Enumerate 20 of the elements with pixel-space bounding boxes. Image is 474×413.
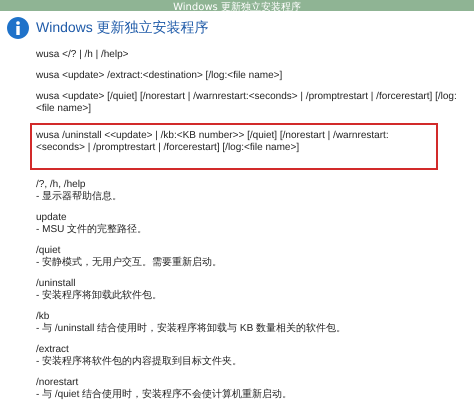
option-name: /norestart bbox=[36, 377, 80, 388]
option-description: - MSU 文件的完整路径。 bbox=[36, 224, 148, 236]
command-syntax: wusa <update> [/quiet] [/norestart | /warnrestart:<seconds> | /promptrestart | /forcerestart] [/log:<file name>] bbox=[36, 91, 458, 115]
option-description: - 安静模式，无用户交互。需要重新启动。 bbox=[36, 257, 224, 269]
command-syntax: wusa <update> /extract:<destination> [/log:<file name>] bbox=[36, 70, 284, 82]
option-description: - 与 /uninstall 结合使用时，安装程序将卸载与 KB 数量相关的软件包。 bbox=[36, 323, 348, 335]
option-name: /quiet bbox=[36, 245, 62, 256]
option-name: update bbox=[36, 212, 67, 224]
option-name: /kb bbox=[36, 311, 50, 322]
option-name: /uninstall bbox=[36, 278, 76, 290]
option-description: - 显示器帮助信息。 bbox=[36, 191, 124, 203]
command-syntax: wusa </? | /h | /help> bbox=[36, 49, 130, 61]
option-description: - 安装程序将卸载此软件包。 bbox=[36, 290, 164, 302]
dialog-heading: Windows 更新独立安装程序 bbox=[36, 18, 209, 36]
option-description: - 与 /quiet 结合使用时，安装程序不会使计算机重新启动。 bbox=[36, 389, 294, 401]
option-name: /?, /h, /help bbox=[36, 179, 86, 190]
command-syntax: wusa /uninstall <<update> | /kb:<KB number>> [/quiet] [/norestart | /warnrestart:<seconds> | /promptrestart | /forcerestart] [/log:<file name>] bbox=[36, 130, 389, 153]
info-icon bbox=[7, 16, 29, 38]
option-name: /extract bbox=[36, 344, 70, 356]
option-description: - 安装程序将软件包的内容提取到目标文件夹。 bbox=[36, 356, 244, 368]
